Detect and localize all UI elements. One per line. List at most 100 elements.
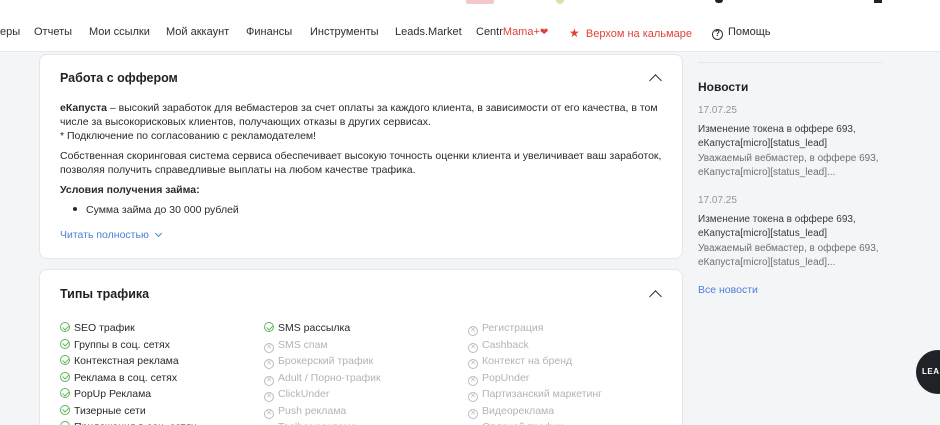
traffic-type-item: ✕ PopUnder bbox=[468, 370, 602, 387]
traffic-type-item: ✕ Регистрация bbox=[468, 320, 602, 337]
news-divider bbox=[698, 62, 883, 63]
x-circle-icon: ✕ bbox=[264, 359, 274, 369]
traffic-type-label: Группы в соц. сетях bbox=[74, 338, 170, 351]
news-headline[interactable]: Изменение токена в оффере 693, еКапуста[… bbox=[698, 213, 898, 242]
traffic-type-item: ✕ Adult / Порно-трафик bbox=[264, 370, 381, 387]
traffic-type-item: ✕ Партизанский маркетинг bbox=[468, 386, 602, 403]
traffic-type-item: ✕ Брокерский трафик bbox=[264, 353, 381, 370]
traffic-type-label: Приложения в соц. сетях bbox=[74, 421, 196, 425]
heart-icon: ❤ bbox=[539, 27, 549, 38]
news-item[interactable]: 17.07.25 Изменение токена в оффере 693, … bbox=[698, 104, 898, 181]
traffic-type-label: Регистрация bbox=[482, 322, 544, 334]
traffic-types-card: Типы трафика SEO трафик Группы в соц. сет… bbox=[39, 269, 683, 425]
traffic-type-item: Контекстная реклама bbox=[60, 353, 196, 370]
check-circle-icon bbox=[60, 421, 70, 425]
collapse-chevron-icon[interactable] bbox=[649, 290, 662, 303]
traffic-type-label: Toolbar реклама bbox=[278, 421, 357, 425]
x-circle-icon: ✕ bbox=[264, 342, 274, 353]
nav-item-tools[interactable]: Инструменты bbox=[310, 26, 379, 38]
promo-label: Верхом на кальмаре bbox=[585, 28, 692, 40]
traffic-type-label: ClickUnder bbox=[278, 388, 330, 400]
nav-item-leads-market[interactable]: Leads.Market bbox=[395, 26, 462, 38]
traffic-type-label: Контекстная реклама bbox=[74, 355, 179, 367]
traffic-column-3: ✕ Регистрация ✕ Cashback ✕ Контекст на бренд ✕… bbox=[468, 320, 602, 425]
traffic-type-label: Партизанский маркетинг bbox=[482, 388, 603, 400]
mama-label: Mama+ bbox=[502, 26, 540, 38]
x-circle-icon: ✕ bbox=[468, 326, 478, 336]
news-item[interactable]: 17.07.25 Изменение токена в оффере 693, … bbox=[698, 194, 898, 271]
traffic-type-label: PopUnder bbox=[482, 371, 530, 384]
main-nav: еры Отчеты Мои ссылки Мой аккаунт Финанс… bbox=[0, 14, 940, 52]
offer-description-clip: еКапуста – высокий заработок для вебмаст… bbox=[40, 55, 684, 217]
nav-item-offers[interactable]: еры bbox=[0, 26, 20, 38]
check-circle-icon bbox=[60, 355, 70, 365]
offer-intro-text: – высокий заработок для вебмастеров за с… bbox=[60, 102, 658, 128]
news-description: Уважаемый вебмастер, в оффере 693, еКапу… bbox=[698, 242, 879, 269]
check-circle-icon bbox=[60, 322, 70, 332]
nav-item-help[interactable]: ? Помощь bbox=[712, 26, 771, 40]
nav-item-finance[interactable]: Финансы bbox=[246, 26, 292, 38]
traffic-type-item: ✕ Cashback bbox=[468, 337, 602, 354]
check-circle-icon bbox=[60, 338, 70, 349]
nav-item-my-account[interactable]: Мой аккаунт bbox=[166, 26, 229, 38]
traffic-type-item: Приложения в соц. сетях bbox=[60, 419, 196, 425]
traffic-type-item: Тизерные сети bbox=[60, 403, 196, 420]
x-circle-icon: ✕ bbox=[264, 392, 274, 402]
header-fragment bbox=[874, 0, 882, 3]
news-headline[interactable]: Изменение токена в оффере 693, еКапуста[… bbox=[698, 123, 898, 152]
traffic-type-label: Реклама в соц. сетях bbox=[74, 371, 178, 384]
traffic-type-item: ✕ Push реклама bbox=[264, 403, 381, 420]
offer-condition-item: Сумма займа до 30 000 рублей bbox=[60, 203, 664, 217]
x-circle-icon: ✕ bbox=[468, 359, 478, 369]
traffic-type-label: SEO трафик bbox=[74, 322, 135, 334]
news-date: 17.07.25 bbox=[698, 195, 737, 206]
traffic-type-item: Реклама в соц. сетях bbox=[60, 370, 196, 387]
read-more-link[interactable]: Читать полностью bbox=[60, 229, 162, 241]
nav-item-centrmama[interactable]: CentrMama+❤ bbox=[476, 26, 548, 38]
traffic-type-label: SMS спам bbox=[278, 338, 328, 351]
check-circle-icon bbox=[60, 371, 70, 382]
check-circle-icon bbox=[264, 322, 274, 332]
chevron-down-icon bbox=[154, 229, 162, 238]
x-circle-icon: ✕ bbox=[468, 408, 478, 419]
traffic-column-1: SEO трафик Группы в соц. сетях Контекстная… bbox=[60, 320, 196, 425]
all-news-link[interactable]: Все новости bbox=[698, 284, 758, 296]
offer-conditions-title: Условия получения займа: bbox=[60, 184, 200, 196]
header-cropped bbox=[0, 0, 940, 14]
traffic-type-label: Контекст на бренд bbox=[482, 355, 573, 367]
x-circle-icon: ✕ bbox=[468, 342, 478, 353]
nav-item-reports[interactable]: Отчеты bbox=[34, 26, 72, 38]
traffic-type-item: PopUp Реклама bbox=[60, 386, 196, 403]
news-description: Уважаемый вебмастер, в оффере 693, еКапу… bbox=[698, 152, 879, 179]
centr-label: Centr bbox=[476, 26, 503, 38]
header-fragment bbox=[466, 0, 494, 4]
traffic-type-label: Видеореклама bbox=[482, 404, 555, 417]
help-icon: ? bbox=[712, 29, 723, 40]
traffic-column-2: SMS рассылка ✕ SMS спам ✕ Брокерский трафик ✕… bbox=[264, 320, 381, 425]
x-circle-icon: ✕ bbox=[468, 392, 478, 402]
offer-intro: еКапуста – высокий заработок для вебмаст… bbox=[60, 101, 664, 143]
offer-paragraph: Собственная скоринговая система сервиса … bbox=[60, 150, 662, 176]
traffic-type-item: ✕Toolbar реклама bbox=[264, 419, 381, 425]
offer-card: Работа с оффером еКапуста – высокий зара… bbox=[39, 54, 683, 259]
offer-brand: еКапуста bbox=[60, 102, 107, 114]
nav-item-my-links[interactable]: Мои ссылки bbox=[89, 26, 150, 38]
traffic-type-item: Группы в соц. сетях bbox=[60, 337, 196, 354]
traffic-type-label: PopUp Реклама bbox=[74, 388, 152, 400]
nav-item-promo[interactable]: ★ Верхом на кальмаре bbox=[569, 26, 692, 40]
traffic-type-item: ✕ SMS спам bbox=[264, 337, 381, 354]
x-circle-icon: ✕ bbox=[264, 408, 274, 419]
traffic-type-item: ✕ ClickUnder bbox=[264, 386, 381, 403]
traffic-type-label: SMS рассылка bbox=[278, 322, 351, 334]
offer-note: * Подключение по согласованию с рекламод… bbox=[60, 130, 317, 142]
traffic-card-title: Типы трафика bbox=[60, 287, 150, 301]
x-circle-icon: ✕ bbox=[468, 375, 478, 386]
news-date: 17.07.25 bbox=[698, 105, 737, 116]
traffic-type-item: ✕ Контекст на бренд bbox=[468, 353, 602, 370]
traffic-type-item: ✕ Видеореклама bbox=[468, 403, 602, 420]
traffic-type-label: Тизерные сети bbox=[74, 404, 146, 417]
leads-chat-widget[interactable]: LEA bbox=[916, 350, 940, 394]
news-title: Новости bbox=[698, 80, 749, 94]
bullet-icon bbox=[73, 207, 77, 211]
traffic-type-item: SEO трафик bbox=[60, 320, 196, 337]
